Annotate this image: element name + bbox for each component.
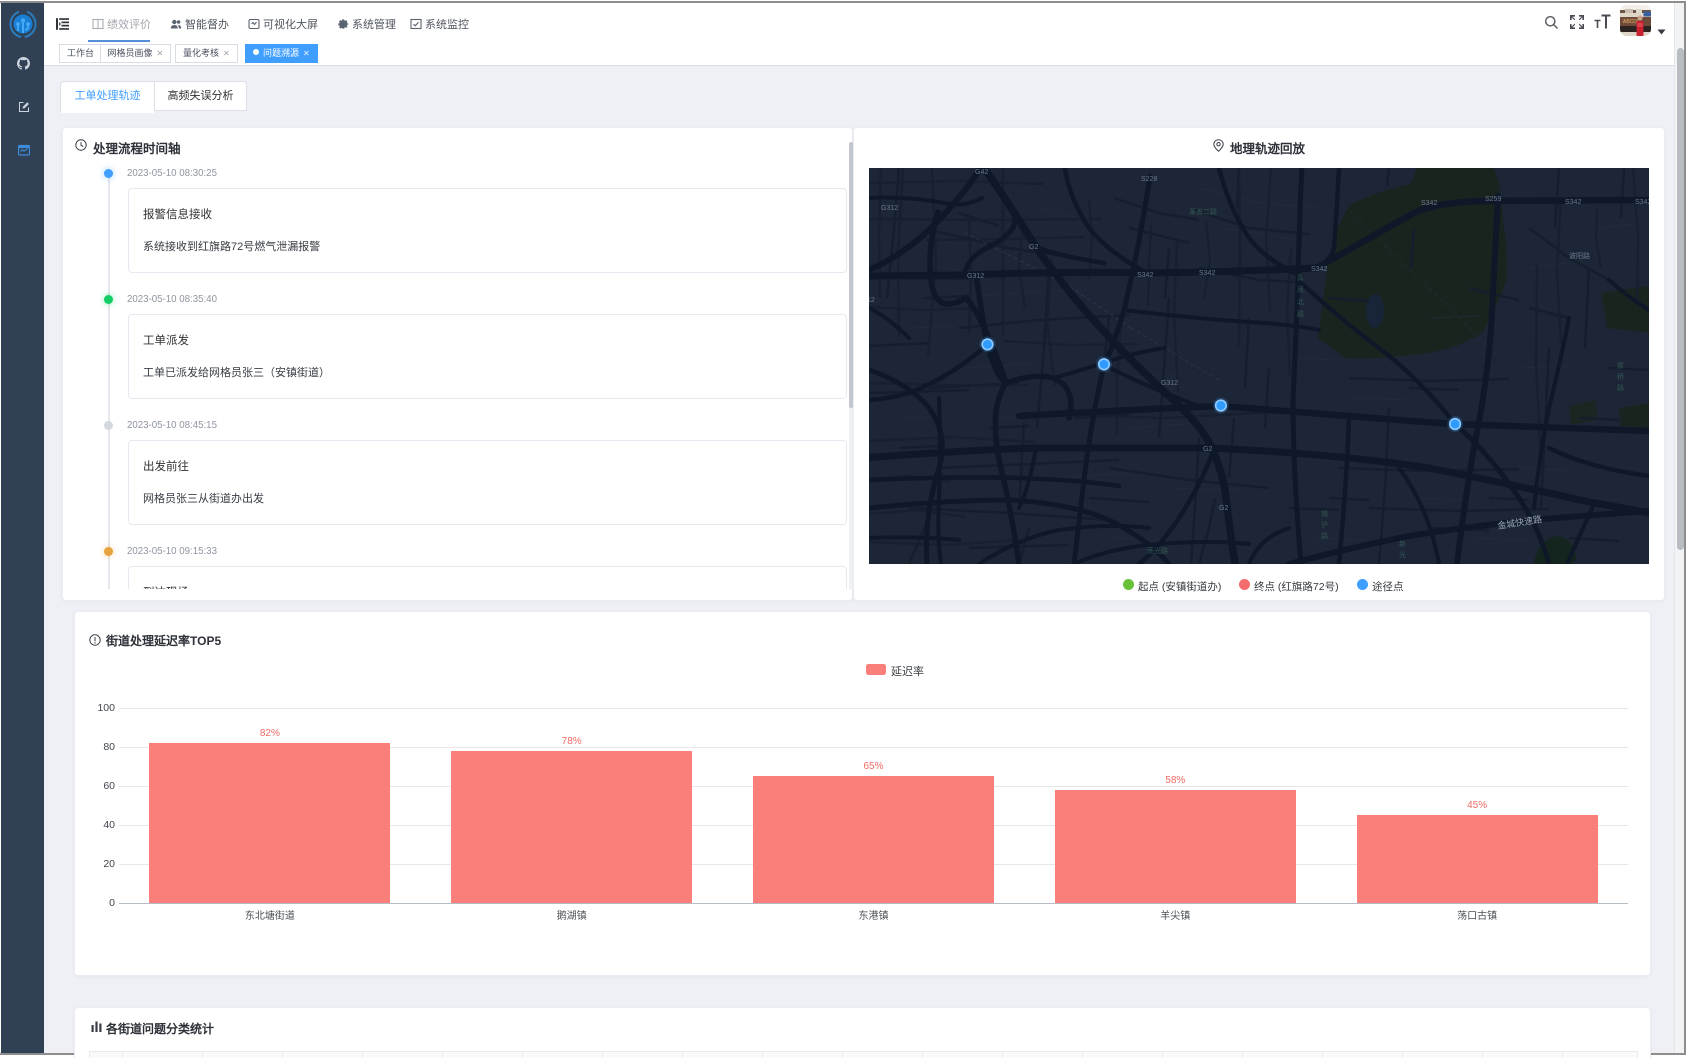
- svg-text:S259: S259: [1485, 196, 1501, 203]
- svg-text:莱善二路: 莱善二路: [1189, 207, 1217, 216]
- svg-text:G312: G312: [1161, 380, 1178, 387]
- svg-text:G2: G2: [1219, 505, 1228, 512]
- svg-text:S342: S342: [1565, 199, 1581, 206]
- svg-text:路: 路: [1297, 309, 1304, 318]
- svg-text:S342: S342: [1635, 199, 1649, 206]
- svg-text:光: 光: [1399, 550, 1406, 559]
- svg-text:G312: G312: [967, 273, 984, 280]
- svg-text:厚: 厚: [1617, 362, 1624, 370]
- svg-text:锡: 锡: [1321, 509, 1328, 518]
- svg-text:S342: S342: [1137, 272, 1153, 279]
- svg-text:路: 路: [1321, 531, 1328, 540]
- svg-text:G2: G2: [1029, 244, 1038, 251]
- svg-text:12: 12: [869, 297, 875, 304]
- svg-text:荡光路: 荡光路: [1147, 546, 1168, 555]
- svg-text:路: 路: [1617, 383, 1624, 392]
- svg-text:桥: 桥: [1617, 372, 1624, 381]
- svg-text:G312: G312: [881, 205, 898, 212]
- svg-text:S342: S342: [1199, 270, 1215, 277]
- svg-text:北: 北: [1297, 298, 1304, 306]
- svg-text:S228: S228: [1141, 176, 1157, 183]
- svg-text:G42: G42: [975, 169, 988, 176]
- svg-text:沪: 沪: [1321, 520, 1328, 529]
- svg-text:G2: G2: [1203, 446, 1212, 453]
- svg-text:青: 青: [1297, 273, 1304, 282]
- svg-text:新: 新: [1399, 539, 1406, 548]
- svg-text:S342: S342: [1421, 200, 1437, 207]
- svg-text:S342: S342: [1311, 266, 1327, 273]
- svg-text:波阳路: 波阳路: [1569, 251, 1590, 260]
- svg-text:凤: 凤: [1297, 286, 1304, 294]
